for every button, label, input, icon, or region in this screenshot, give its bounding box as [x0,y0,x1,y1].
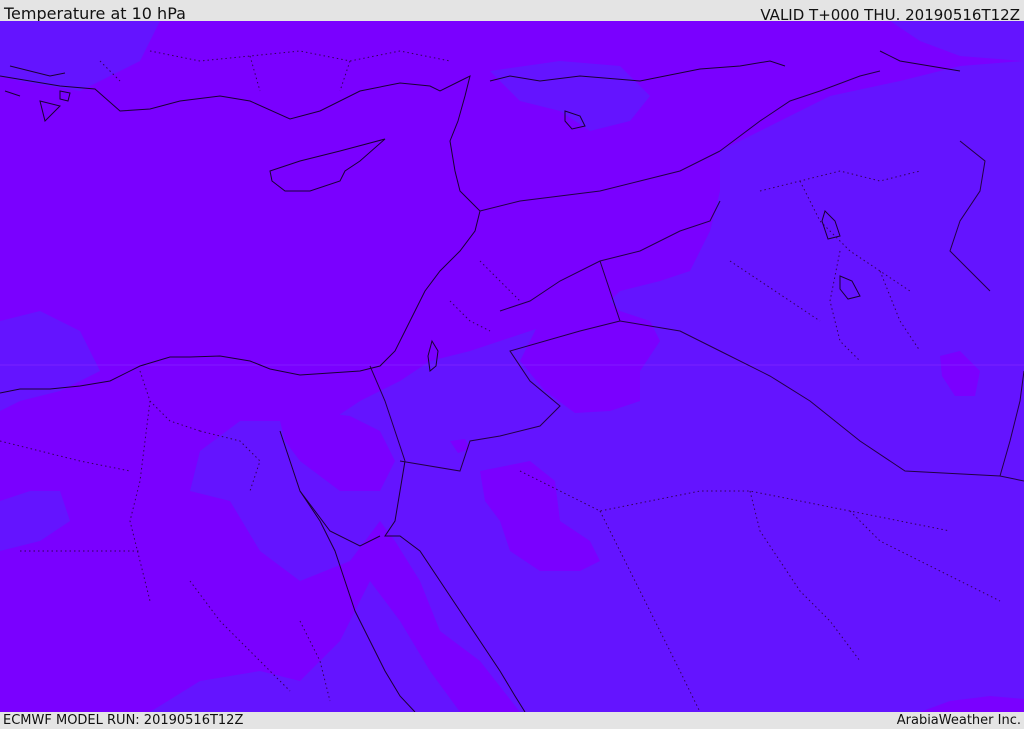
map-canvas [0,21,1024,712]
model-run-label: ECMWF MODEL RUN: 20190516T12Z [3,713,244,728]
footer-bar: ECMWF MODEL RUN: 20190516T12Z ArabiaWeat… [0,712,1024,729]
credit-label: ArabiaWeather Inc. [896,713,1021,728]
header-bar: Temperature at 10 hPa VALID T+000 THU. 2… [0,0,1024,24]
temperature-map [0,21,1024,712]
